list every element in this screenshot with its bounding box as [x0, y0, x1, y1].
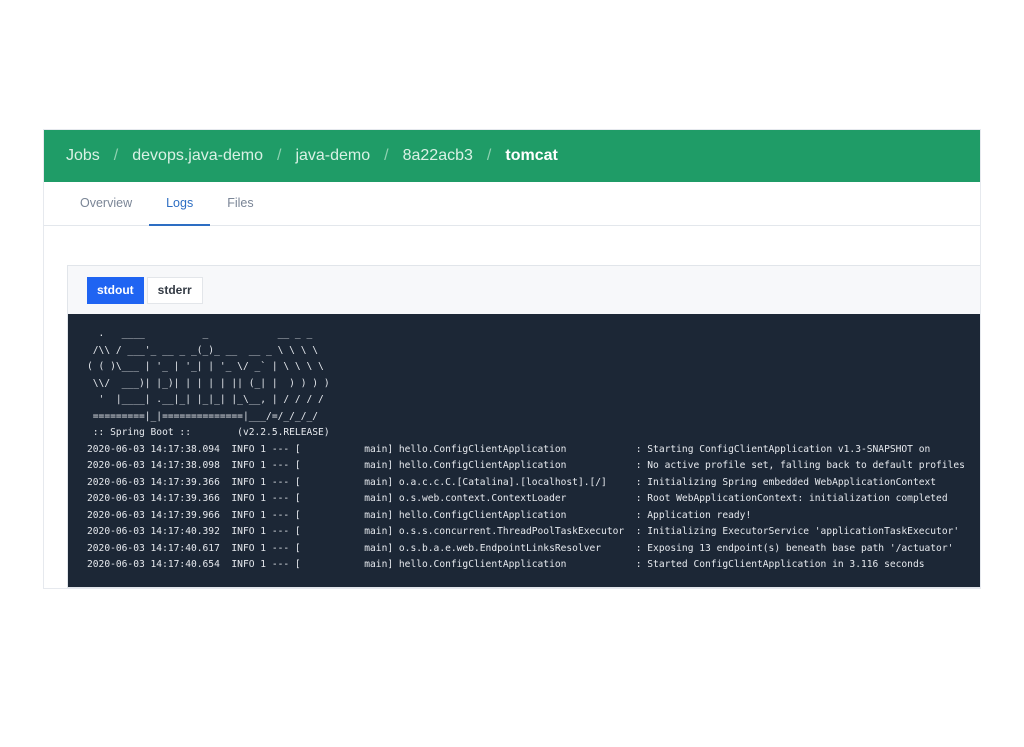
breadcrumb-separator: / [384, 147, 389, 164]
log-line: =========|_|==============|___/=/_/_/_/ [87, 410, 319, 422]
tab-bar: Overview Logs Files [44, 182, 980, 226]
tab-files[interactable]: Files [210, 182, 270, 226]
log-line: 2020-06-03 14:17:40.617 INFO 1 --- [ mai… [87, 542, 954, 554]
log-line: ( ( )\___ | '_ | '_| | '_ \/ _` | \ \ \ … [87, 361, 324, 372]
breadcrumb: Jobs / devops.java-demo / java-demo / 8a… [44, 130, 980, 182]
breadcrumb-jobs[interactable]: Jobs [66, 147, 100, 165]
log-panel: stdout stderr . ____ _ __ _ _ /\\ / ___'… [67, 265, 980, 588]
log-line: 2020-06-03 14:17:39.966 INFO 1 --- [ mai… [87, 509, 752, 521]
log-console[interactable]: . ____ _ __ _ _ /\\ / ___'_ __ _ _(_)_ _… [68, 314, 980, 587]
log-line: 2020-06-03 14:17:40.654 INFO 1 --- [ mai… [87, 559, 925, 570]
stream-selector: stdout stderr [68, 266, 980, 314]
log-line: :: Spring Boot :: (v2.2.5.RELEASE) [87, 427, 330, 438]
tab-logs[interactable]: Logs [149, 182, 211, 226]
log-line: 2020-06-03 14:17:39.366 INFO 1 --- [ mai… [87, 476, 937, 488]
breadcrumb-separator: / [486, 147, 492, 164]
breadcrumb-separator: / [113, 147, 119, 164]
log-line: 2020-06-03 14:17:38.094 INFO 1 --- [ mai… [87, 443, 931, 455]
stderr-button[interactable]: stderr [146, 276, 203, 304]
breadcrumb-allocation[interactable]: 8a22acb3 [403, 147, 473, 165]
log-line: \\/ ___)| |_)| | | | | || (_| | ) ) ) ) [87, 377, 330, 389]
log-line: /\\ / ___'_ __ _ _(_)_ __ __ _ \ \ \ \ [87, 344, 319, 356]
breadcrumb-separator: / [277, 147, 282, 164]
job-logs-window: Jobs / devops.java-demo / java-demo / 8a… [44, 130, 980, 588]
breadcrumb-job[interactable]: java-demo [295, 147, 370, 165]
breadcrumb-namespace[interactable]: devops.java-demo [132, 147, 263, 165]
tab-overview[interactable]: Overview [63, 182, 149, 226]
log-line: 2020-06-03 14:17:40.392 INFO 1 --- [ mai… [87, 526, 960, 537]
log-line: 2020-06-03 14:17:39.366 INFO 1 --- [ mai… [87, 493, 948, 504]
stdout-button[interactable]: stdout [87, 276, 144, 304]
log-output: . ____ _ __ _ _ /\\ / ___'_ __ _ _(_)_ _… [87, 326, 980, 574]
log-line: . ____ _ __ _ _ [87, 328, 313, 339]
log-line: 2020-06-03 14:17:38.098 INFO 1 --- [ mai… [87, 460, 965, 471]
log-line: ' |____| .__|_| |_|_| |_\__, | / / / / [87, 394, 324, 405]
breadcrumb-task: tomcat [505, 147, 558, 164]
